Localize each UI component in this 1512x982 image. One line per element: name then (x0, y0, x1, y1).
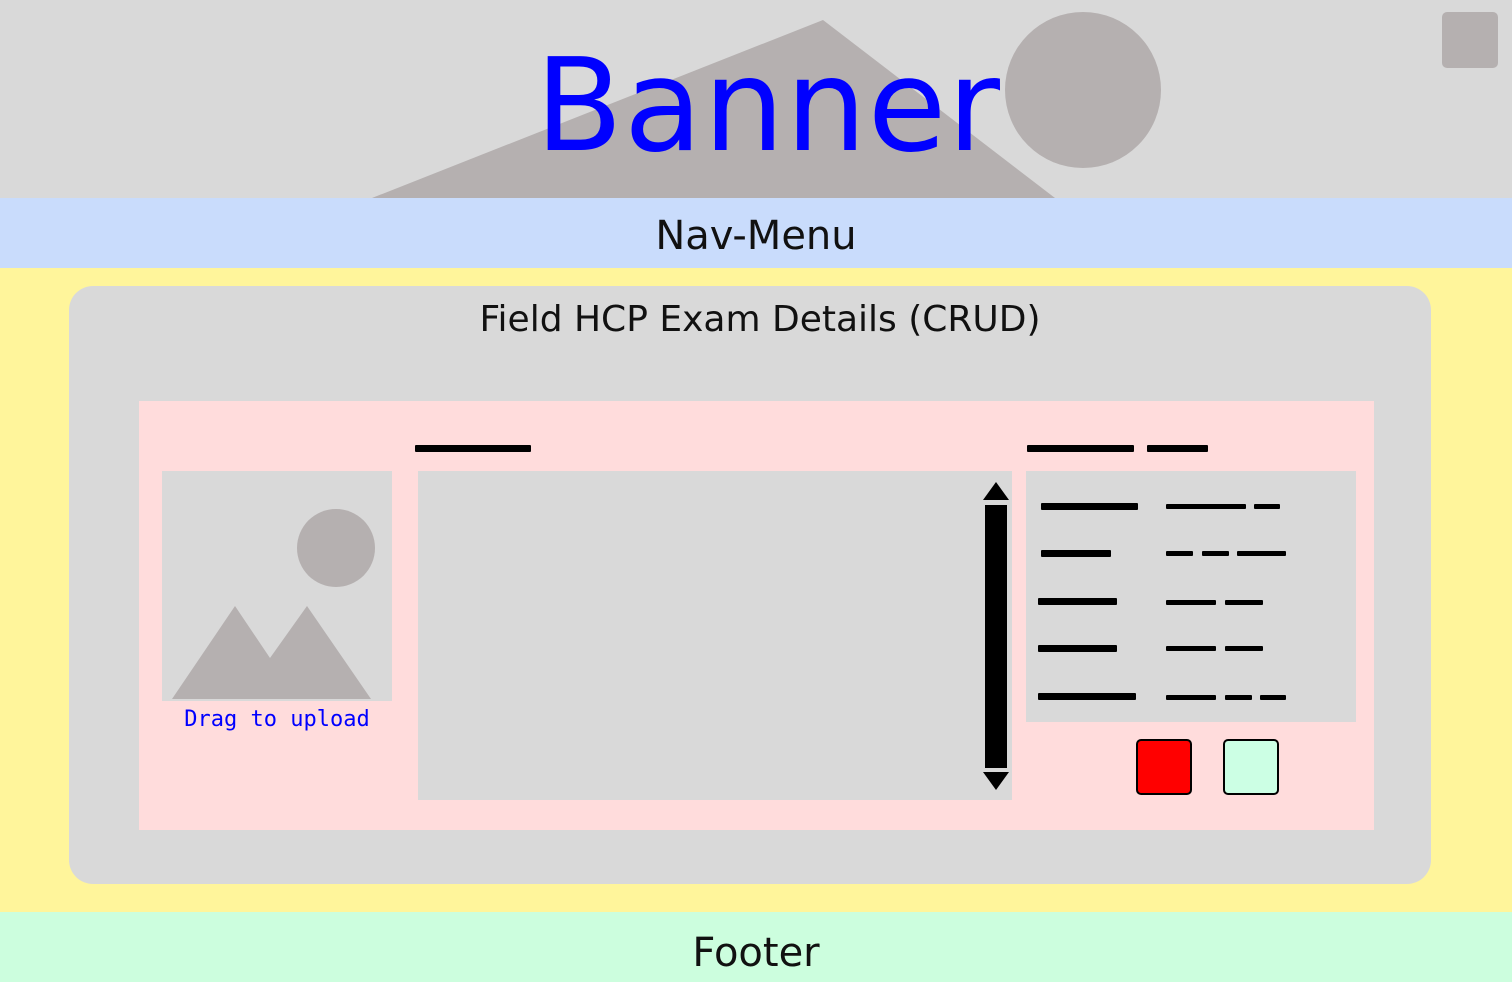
nav-menu[interactable]: Nav-Menu (0, 198, 1512, 268)
detail-value-placeholder (1166, 695, 1216, 700)
upload-label: Drag to upload (184, 707, 370, 732)
footer-label: Footer (692, 930, 820, 976)
detail-value-placeholder (1225, 695, 1252, 700)
save-button[interactable] (1223, 739, 1279, 795)
detail-value-placeholder (1225, 646, 1263, 651)
main-card: Field HCP Exam Details (CRUD) Drag to up… (69, 286, 1431, 884)
detail-value-placeholder (1166, 646, 1216, 651)
nav-menu-label: Nav-Menu (655, 213, 857, 259)
detail-value-placeholder (1166, 551, 1193, 556)
textarea-scrollbar[interactable] (985, 505, 1007, 768)
arrow-up-icon[interactable] (981, 481, 1011, 501)
detail-label-placeholder (1041, 503, 1138, 510)
page-title: Field HCP Exam Details (CRUD) (479, 299, 1041, 340)
delete-button[interactable] (1136, 739, 1192, 795)
detail-value-placeholder (1254, 504, 1280, 509)
exam-details-panel: Drag to upload (139, 401, 1374, 830)
textarea-heading-placeholder (415, 445, 531, 452)
detail-value-placeholder (1260, 695, 1286, 700)
banner-title: Banner (535, 32, 1001, 181)
detail-label-placeholder (1038, 645, 1117, 652)
detail-value-placeholder (1166, 504, 1246, 509)
notes-textarea[interactable] (418, 471, 1012, 800)
detail-value-placeholder (1166, 600, 1216, 605)
image-upload-dropzone[interactable] (162, 471, 392, 701)
detail-label-placeholder (1038, 693, 1136, 700)
details-heading-placeholder (1147, 445, 1208, 452)
details-list (1026, 471, 1356, 722)
detail-label-placeholder (1041, 550, 1111, 557)
detail-value-placeholder (1225, 600, 1263, 605)
footer: Footer (0, 912, 1512, 982)
banner-corner-button[interactable] (1442, 12, 1498, 68)
detail-value-placeholder (1237, 551, 1286, 556)
banner: Banner (0, 0, 1512, 198)
arrow-down-icon[interactable] (981, 771, 1011, 791)
detail-value-placeholder (1202, 551, 1229, 556)
image-placeholder-icon (172, 509, 375, 699)
detail-label-placeholder (1038, 598, 1117, 605)
details-heading-placeholder (1027, 445, 1134, 452)
